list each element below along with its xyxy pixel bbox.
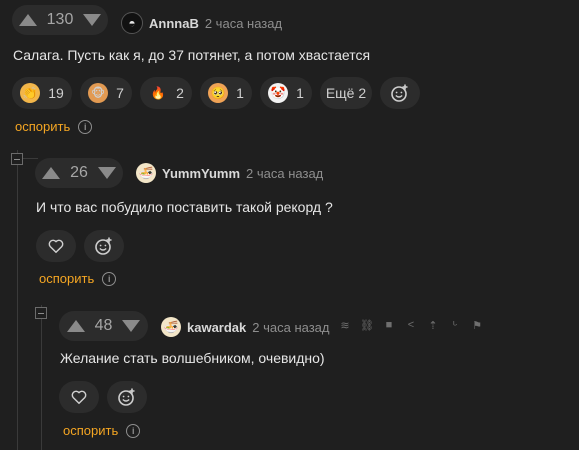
reaction-count: 1	[236, 85, 244, 101]
reply-row: оспорить i	[39, 271, 117, 286]
add-emoji-icon	[118, 388, 135, 406]
heart-icon	[48, 239, 64, 254]
save-icon[interactable]: ■	[383, 319, 395, 331]
dispute-link[interactable]: оспорить	[15, 119, 70, 134]
reaction-button[interactable]: 🐵 7	[80, 77, 132, 109]
like-button[interactable]	[36, 230, 76, 262]
report-flag-icon[interactable]: ⚑	[471, 319, 483, 332]
reaction-button[interactable]: 🥺 1	[200, 77, 252, 109]
upvote-icon[interactable]	[42, 167, 61, 179]
collapse-thread-button[interactable]	[11, 153, 23, 165]
fire-icon: 🔥	[150, 86, 166, 100]
comment-time[interactable]: 2 часа назад	[205, 16, 282, 31]
comment-time[interactable]: 2 часа назад	[252, 320, 329, 335]
food-avatar-icon[interactable]: 🍜	[161, 317, 181, 337]
dispute-link[interactable]: оспорить	[39, 271, 94, 286]
downvote-icon[interactable]	[97, 167, 116, 179]
rating-value: 48	[94, 317, 113, 334]
comment-text: Салага. Пусть как я, до 37 потянет, а по…	[13, 47, 371, 63]
author-name[interactable]: YummYumm	[162, 166, 240, 181]
add-emoji-icon	[95, 237, 112, 255]
info-icon[interactable]: i	[102, 271, 117, 286]
author-name[interactable]: AnnnaB	[149, 16, 199, 31]
rating-control: 130	[12, 5, 108, 35]
thread-line[interactable]	[17, 150, 18, 450]
dark-helmet-avatar-icon[interactable]: ◓	[121, 12, 143, 34]
rating-control: 48	[59, 311, 148, 341]
reply-branch-icon[interactable]: ᒡ	[449, 319, 461, 332]
reaction-count: 2	[176, 85, 184, 101]
clapping-hands-icon: 👏	[20, 83, 41, 103]
upvote-icon[interactable]	[18, 14, 37, 26]
like-button[interactable]	[59, 381, 99, 413]
reaction-button[interactable]: 👏 19	[12, 77, 72, 109]
thread-line[interactable]	[41, 305, 42, 450]
pleading-face-icon: 🥺	[208, 83, 229, 103]
reaction-count: 19	[48, 85, 64, 101]
rss-icon[interactable]: ≋	[339, 319, 351, 332]
add-reaction-button[interactable]	[84, 230, 124, 262]
food-avatar-icon[interactable]: 🍜	[136, 163, 156, 183]
rating-value: 26	[70, 164, 88, 181]
reaction-button[interactable]: 🤡 1	[260, 77, 312, 109]
monkey-face-icon: 🐵	[88, 83, 109, 103]
comment-text: И что вас побудило поставить такой рекор…	[36, 199, 333, 215]
clown-face-icon: 🤡	[268, 83, 289, 103]
more-reactions-label: Ещё 2	[325, 85, 367, 101]
downvote-icon[interactable]	[83, 14, 102, 26]
comment-author: ◓ AnnnaB 2 часа назад	[121, 12, 282, 34]
share-icon[interactable]: <	[405, 319, 417, 331]
info-icon[interactable]: i	[78, 119, 93, 134]
dispute-link[interactable]: оспорить	[63, 423, 118, 438]
reaction-count: 1	[296, 85, 304, 101]
add-reaction-button[interactable]	[107, 381, 147, 413]
link-icon[interactable]: ⛓	[360, 319, 374, 332]
rating-value: 130	[46, 11, 74, 28]
reaction-button[interactable]: 🔥 2	[140, 77, 192, 109]
comment-tools: ≋ ⛓ ■ < ⇡ ᒡ ⚑	[339, 319, 483, 332]
downvote-icon[interactable]	[122, 320, 141, 332]
reaction-count: 7	[116, 85, 124, 101]
comment-author: 🍜 YummYumm 2 часа назад	[136, 163, 323, 183]
author-name[interactable]: kawardak	[187, 320, 246, 335]
add-reaction-button[interactable]	[380, 77, 420, 109]
comment-author: 🍜 kawardak 2 часа назад	[161, 317, 330, 337]
upvote-icon[interactable]	[66, 320, 85, 332]
info-icon[interactable]: i	[126, 423, 141, 438]
add-emoji-icon	[391, 84, 408, 102]
pin-up-icon[interactable]: ⇡	[427, 319, 439, 332]
rating-control: 26	[35, 158, 123, 188]
more-reactions-button[interactable]: Ещё 2	[320, 77, 372, 109]
comment-text: Желание стать волшебником, очевидно)	[60, 350, 325, 366]
reply-row: оспорить i	[63, 423, 141, 438]
reply-row: оспорить i	[15, 119, 93, 134]
heart-icon	[71, 390, 87, 405]
collapse-thread-button[interactable]	[35, 307, 47, 319]
comment-time[interactable]: 2 часа назад	[246, 166, 323, 181]
